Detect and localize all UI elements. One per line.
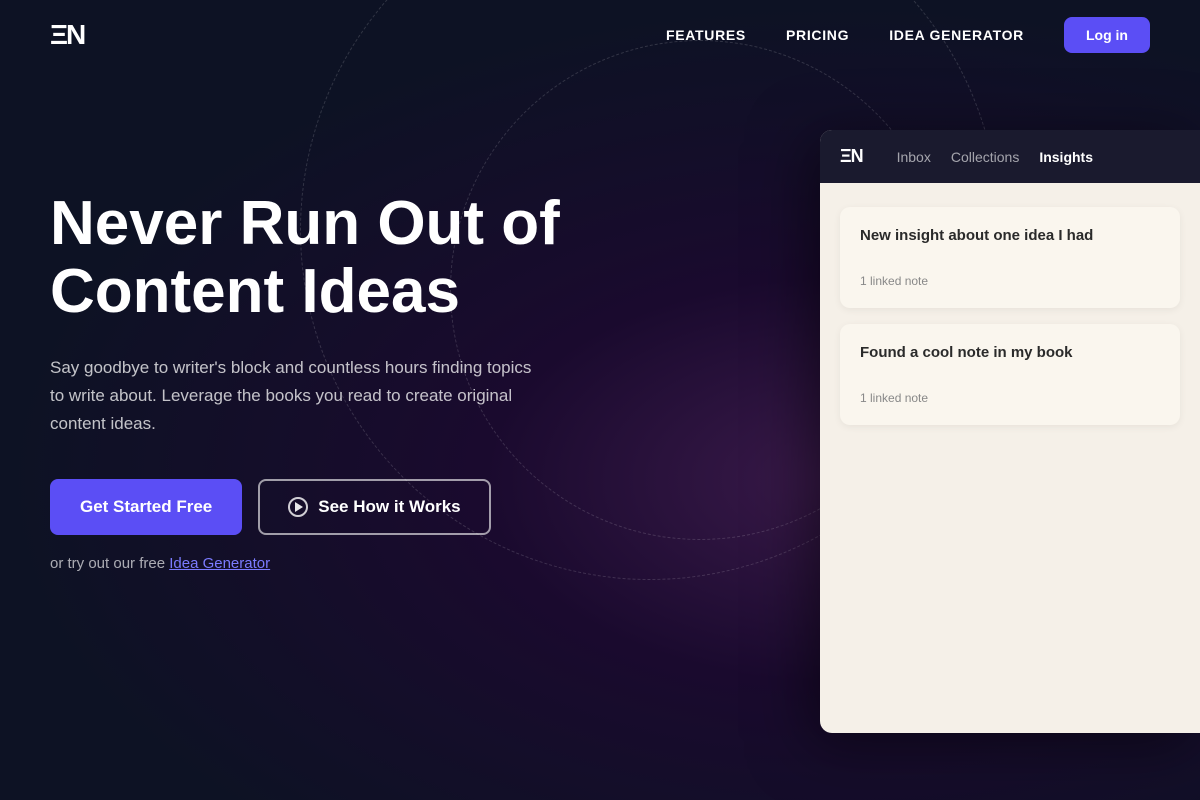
app-nav-bar: ΞN Inbox Collections Insights — [820, 130, 1200, 183]
hero-section: Never Run Out of Content Ideas Say goodb… — [0, 70, 1200, 800]
navigation: ΞN FEATURES PRICING IDEA GENERATOR Log i… — [0, 0, 1200, 70]
note-card-1: New insight about one idea I had 1 linke… — [840, 207, 1180, 308]
app-nav-inbox[interactable]: Inbox — [897, 149, 931, 165]
app-logo: ΞN — [840, 146, 863, 167]
nav-idea-generator[interactable]: IDEA GENERATOR — [889, 27, 1024, 43]
hero-buttons: Get Started Free See How it Works — [50, 479, 560, 535]
app-nav-collections[interactable]: Collections — [951, 149, 1019, 165]
nav-features[interactable]: FEATURES — [666, 27, 746, 43]
app-preview: ΞN Inbox Collections Insights New insigh… — [820, 130, 1200, 733]
play-icon — [288, 497, 308, 517]
note-card-2-title: Found a cool note in my book — [860, 344, 1160, 361]
note-card-2: Found a cool note in my book 1 linked no… — [840, 324, 1180, 425]
app-nav-insights[interactable]: Insights — [1039, 149, 1093, 165]
note-card-1-footer: 1 linked note — [860, 274, 1160, 288]
nav-links: FEATURES PRICING IDEA GENERATOR Log in — [666, 17, 1150, 53]
hero-subtitle: Say goodbye to writer's block and countl… — [50, 354, 540, 438]
play-triangle — [295, 502, 303, 512]
note-card-2-footer: 1 linked note — [860, 391, 1160, 405]
idea-generator-link[interactable]: Idea Generator — [169, 555, 270, 572]
app-nav-items: Inbox Collections Insights — [897, 149, 1093, 165]
see-how-it-works-button[interactable]: See How it Works — [258, 479, 490, 535]
hero-note-prefix: or try out our free — [50, 555, 169, 572]
hero-title-line2: Content Ideas — [50, 257, 460, 326]
logo[interactable]: ΞN — [50, 19, 84, 51]
login-button[interactable]: Log in — [1064, 17, 1150, 53]
app-window: ΞN Inbox Collections Insights New insigh… — [820, 130, 1200, 733]
hero-title: Never Run Out of Content Ideas — [50, 190, 560, 326]
app-content-area: New insight about one idea I had 1 linke… — [820, 183, 1200, 733]
hero-title-line1: Never Run Out of — [50, 189, 560, 258]
nav-pricing[interactable]: PRICING — [786, 27, 849, 43]
hero-content: Never Run Out of Content Ideas Say goodb… — [50, 150, 560, 572]
get-started-button[interactable]: Get Started Free — [50, 479, 242, 535]
note-card-1-title: New insight about one idea I had — [860, 227, 1160, 244]
hero-note: or try out our free Idea Generator — [50, 555, 560, 572]
see-how-label: See How it Works — [318, 497, 460, 517]
logo-icon: ΞN — [50, 19, 84, 51]
